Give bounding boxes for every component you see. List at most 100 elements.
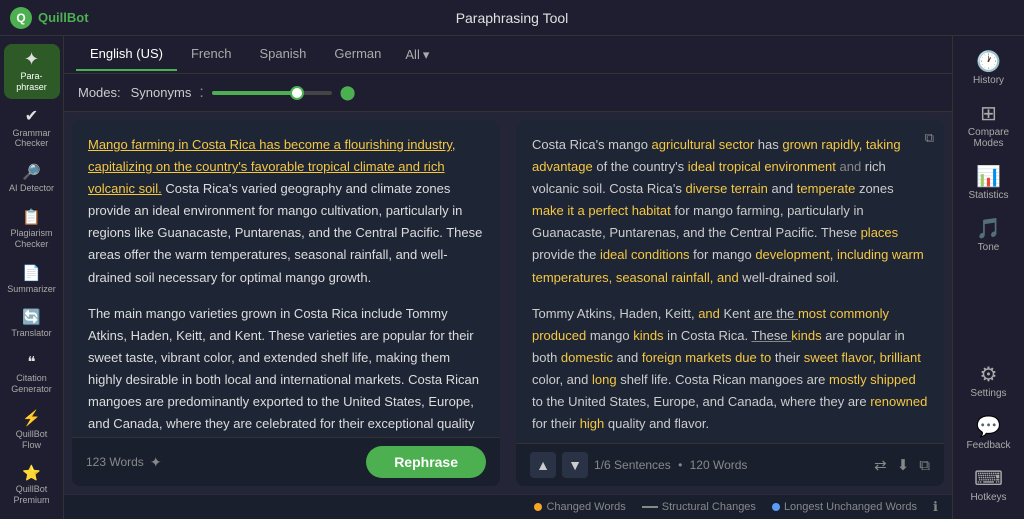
sidebar-label-translator: Translator (11, 328, 51, 339)
synonyms-mode[interactable]: Synonyms : ⬤ (131, 84, 356, 102)
out-changed-3: ideal tropical environment (688, 159, 836, 174)
out-normal-12: Tommy Atkins, Haden, Keitt, (532, 306, 698, 321)
right-item-statistics[interactable]: 📊 Statistics (957, 159, 1021, 209)
citation-icon: ❝ (27, 355, 35, 370)
right-item-tone[interactable]: 🎵 Tone (957, 211, 1021, 261)
input-word-count: 123 Words ✦ (86, 454, 162, 471)
sidebar-label-flow: QuillBot Flow (8, 429, 56, 451)
right-item-hotkeys[interactable]: ⌨ Hotkeys (957, 461, 1021, 511)
compare-icon: ⊞ (980, 104, 997, 124)
sidebar-label-premium: QuillBot Premium (8, 484, 56, 506)
out-normal-6: and (768, 181, 797, 196)
right-label-tone: Tone (978, 242, 1000, 253)
out-changed-13: kinds (791, 328, 821, 343)
input-panel-footer: 123 Words ✦ Rephrase (72, 437, 500, 486)
out-normal-10: for mango (690, 247, 756, 262)
sidebar-item-summarizer[interactable]: 📄 Summarizer (4, 260, 60, 301)
premium-icon: ⭐ (22, 466, 41, 481)
summarizer-icon: 📄 (22, 266, 41, 281)
tab-german[interactable]: German (320, 38, 395, 71)
right-item-settings[interactable]: ⚙ Settings (957, 357, 1021, 407)
out-normal-7: zones (855, 181, 893, 196)
right-label-compare: Compare Modes (961, 127, 1017, 149)
out-normal-21: shelf life. Costa Rican mangoes are (617, 372, 829, 387)
hotkeys-icon: ⌨ (974, 469, 1003, 489)
out-normal-11: well-drained soil. (739, 270, 839, 285)
tone-icon: 🎵 (976, 219, 1001, 239)
sentence-nav: ▲ ▼ 1/6 Sentences • 120 Words (530, 452, 747, 478)
sidebar-item-plagiarism[interactable]: 📋 Plagiarism Checker (4, 204, 60, 256)
topbar: Q QuillBot Paraphrasing Tool (0, 0, 1024, 36)
right-label-feedback: Feedback (967, 440, 1011, 451)
copy-icon[interactable]: ⧉ (919, 457, 930, 474)
out-normal-9: provide the (532, 247, 600, 262)
sidebar-item-ai-detector[interactable]: 🔎 AI Detector (4, 159, 60, 200)
rephrase-button[interactable]: Rephrase (366, 446, 486, 478)
out-and: and (839, 159, 861, 174)
out-changed-14: domestic (561, 350, 613, 365)
out-normal-23: for their (532, 416, 580, 431)
right-label-settings: Settings (970, 388, 1006, 399)
right-item-compare[interactable]: ⊞ Compare Modes (957, 96, 1021, 157)
sparkle-icon: ✦ (150, 454, 162, 471)
right-item-feedback[interactable]: 💬 Feedback (957, 409, 1021, 459)
out-normal-18: their (771, 350, 804, 365)
right-label-statistics: Statistics (968, 190, 1008, 201)
out-normal-13: Kent (720, 306, 754, 321)
sidebar-item-grammar[interactable]: ✔ Grammar Checker (4, 103, 60, 156)
input-text-area[interactable]: Mango farming in Costa Rica has become a… (72, 120, 500, 437)
slider-thumb[interactable] (290, 86, 304, 100)
tab-spanish[interactable]: Spanish (245, 38, 320, 71)
out-changed-19: mostly shipped (829, 372, 916, 387)
sync-icon[interactable]: ⇄ (874, 456, 887, 474)
slider-fill (212, 91, 296, 95)
legend-bar: Changed Words Structural Changes Longest… (64, 494, 952, 519)
out-normal-2: has (754, 137, 782, 152)
colon-sep: : (199, 84, 203, 102)
copy-input-button[interactable]: ⧉ (925, 130, 934, 146)
legend-structural: Structural Changes (642, 501, 756, 513)
tab-all-dropdown[interactable]: All ▾ (395, 39, 439, 71)
out-normal-20: color, and (532, 372, 592, 387)
prev-sentence-button[interactable]: ▲ (530, 452, 556, 478)
content-area: English (US) French Spanish German All ▾… (64, 36, 952, 519)
sidebar-item-citation[interactable]: ❝ Citation Generator (4, 349, 60, 401)
page-title: Paraphrasing Tool (456, 10, 569, 26)
legend-longest: Longest Unchanged Words (772, 501, 917, 513)
out-changed-20: renowned (870, 394, 927, 409)
right-item-history[interactable]: 🕐 History (957, 44, 1021, 94)
synonyms-label: Synonyms (131, 85, 192, 100)
synonyms-slider[interactable] (212, 91, 332, 95)
next-sentence-button[interactable]: ▼ (562, 452, 588, 478)
out-changed-4: diverse terrain (685, 181, 767, 196)
out-normal-24: quality and flavor. (604, 416, 709, 431)
download-icon[interactable]: ⬇ (897, 456, 910, 474)
sidebar-label-grammar: Grammar Checker (8, 128, 56, 150)
sidebar-label-ai: AI Detector (9, 183, 54, 194)
sidebar-item-translator[interactable]: 🔄 Translator (4, 304, 60, 345)
out-structural-2: These (751, 328, 791, 343)
flow-icon: ⚡ (22, 411, 41, 426)
structural-line (642, 506, 658, 508)
longest-label: Longest Unchanged Words (784, 501, 917, 513)
out-changed-12: kinds (633, 328, 663, 343)
chevron-down-icon: ▾ (423, 47, 430, 63)
sidebar-item-paraphraser[interactable]: ✦ Para­phraser (4, 44, 60, 99)
out-changed-8: ideal conditions (600, 247, 690, 262)
output-action-icons: ⇄ ⬇ ⧉ (874, 456, 930, 474)
sidebar-item-flow[interactable]: ⚡ QuillBot Flow (4, 405, 60, 457)
tab-french[interactable]: French (177, 38, 245, 71)
changed-words-dot (534, 503, 542, 511)
legend-info-icon[interactable]: ℹ (933, 499, 938, 515)
paraphraser-icon: ✦ (24, 50, 39, 68)
grammar-icon: ✔ (25, 109, 38, 125)
settings-icon: ⚙ (980, 365, 998, 385)
out-changed-7: places (861, 225, 899, 240)
tab-english[interactable]: English (US) (76, 38, 177, 71)
sidebar-item-premium[interactable]: ⭐ QuillBot Premium (4, 460, 60, 512)
translator-icon: 🔄 (22, 310, 41, 325)
changed-words-label: Changed Words (546, 501, 625, 513)
ai-detector-icon: 🔎 (22, 165, 41, 180)
sidebar-label-citation: Citation Generator (8, 373, 56, 395)
left-sidebar: ✦ Para­phraser ✔ Grammar Checker 🔎 AI De… (0, 36, 64, 519)
